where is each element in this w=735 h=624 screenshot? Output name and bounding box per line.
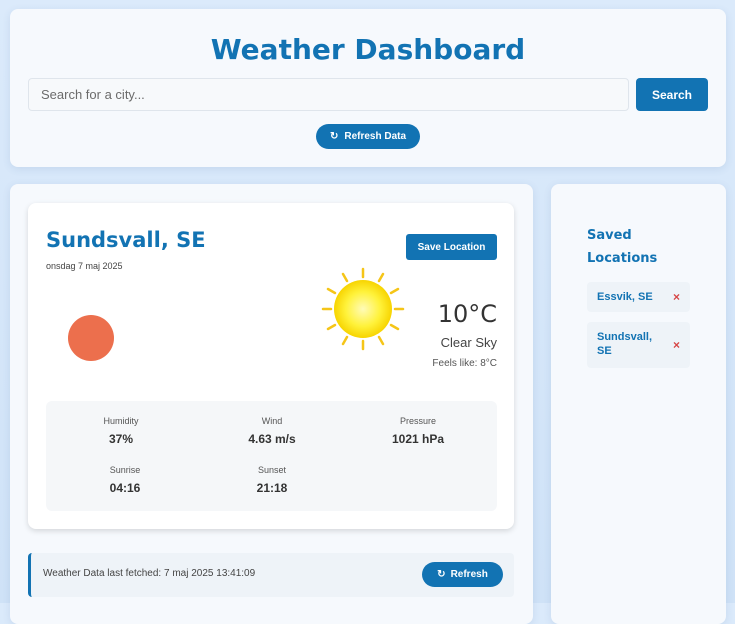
- refresh-data-button[interactable]: ↻ Refresh Data: [316, 124, 420, 149]
- sunrise-value: 04:16: [109, 481, 141, 495]
- last-fetched-label: Weather Data last fetched:: [43, 568, 162, 579]
- weather-indicator-dot: [68, 315, 114, 361]
- remove-location-icon[interactable]: ×: [673, 290, 680, 304]
- feels-like: Feels like: 8°C: [432, 358, 497, 369]
- temperature: 10°C: [437, 300, 497, 328]
- remove-location-icon[interactable]: ×: [673, 338, 680, 352]
- humidity-label: Humidity: [103, 416, 139, 426]
- sun-icon: [321, 267, 405, 351]
- city-date: onsdag 7 maj 2025: [46, 261, 123, 271]
- search-button[interactable]: Search: [636, 78, 708, 111]
- humidity-value: 37%: [108, 432, 134, 446]
- last-fetched-bar: Weather Data last fetched: 7 maj 2025 13…: [28, 553, 514, 597]
- saved-locations-panel: Saved Locations Essvik, SE × Sundsvall, …: [551, 184, 726, 624]
- search-input[interactable]: [28, 78, 629, 111]
- humidity-detail: Humidity 37%: [46, 416, 196, 446]
- sunset-value: 21:18: [256, 481, 288, 495]
- refresh-icon: ↻: [329, 131, 339, 142]
- weather-details: Humidity 37% Wind 4.63 m/s Pressure 1021…: [46, 401, 497, 511]
- feels-like-label: Feels like:: [432, 358, 478, 369]
- pressure-detail: Pressure 1021 hPa: [343, 416, 493, 446]
- refresh-button-label: Refresh: [450, 569, 488, 580]
- refresh-data-label: Refresh Data: [344, 131, 407, 142]
- saved-location-name[interactable]: Essvik, SE: [597, 290, 659, 304]
- app-title: Weather Dashboard: [210, 33, 526, 66]
- pressure-value: 1021 hPa: [391, 432, 445, 446]
- wind-label: Wind: [261, 416, 283, 426]
- refresh-icon: ↻: [437, 569, 446, 580]
- feels-like-value: 8°C: [480, 358, 497, 369]
- saved-locations-title: Saved Locations: [587, 228, 658, 266]
- wind-detail: Wind 4.63 m/s: [197, 416, 347, 446]
- pressure-label: Pressure: [399, 416, 436, 426]
- last-fetched-timestamp: 7 maj 2025 13:41:09: [164, 568, 256, 579]
- saved-location-name[interactable]: Sundsvall, SE: [597, 330, 659, 358]
- header-panel: Weather Dashboard Search ↻ Refresh Data: [10, 9, 726, 167]
- saved-location-item[interactable]: Essvik, SE ×: [587, 282, 690, 312]
- main-panel: Sundsvall, SE onsdag 7 maj 2025 Save Loc…: [10, 184, 533, 624]
- last-fetched-text: Weather Data last fetched: 7 maj 2025 13…: [43, 568, 255, 579]
- refresh-button[interactable]: ↻ Refresh: [422, 562, 503, 587]
- saved-location-item[interactable]: Sundsvall, SE ×: [587, 322, 690, 368]
- city-name: Sundsvall, SE: [46, 228, 206, 252]
- sunset-detail: Sunset 21:18: [197, 465, 347, 495]
- weather-condition: Clear Sky: [440, 335, 497, 350]
- sunrise-detail: Sunrise 04:16: [50, 465, 200, 495]
- save-location-button[interactable]: Save Location: [406, 234, 497, 260]
- sunrise-label: Sunrise: [109, 465, 141, 475]
- wind-value: 4.63 m/s: [248, 432, 296, 446]
- weather-card: Sundsvall, SE onsdag 7 maj 2025 Save Loc…: [28, 203, 514, 529]
- sunset-label: Sunset: [257, 465, 287, 475]
